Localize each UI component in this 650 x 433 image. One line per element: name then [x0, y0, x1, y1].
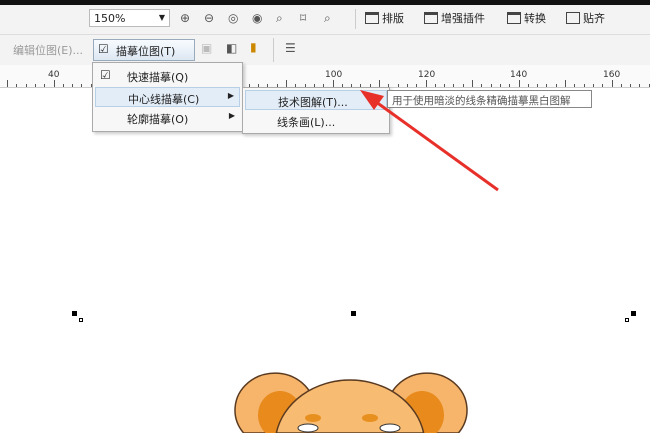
- ruler-tick: [592, 84, 594, 87]
- standard-toolbar: 150% ▼ ⊕ ⊖ ◎ ◉ ⌕ ⌑ ⌕ 排版 增强插件 转换 贴齐: [0, 5, 650, 35]
- ruler-tick: [444, 84, 446, 87]
- ruler-tick: [630, 84, 632, 87]
- menu-item-centerline-trace[interactable]: 中心线描摹(C) ▶: [95, 87, 240, 107]
- bear-image: [234, 372, 468, 433]
- edit-bitmap-button[interactable]: 编辑位图(E)...: [13, 42, 83, 58]
- crop-bitmap-icon[interactable]: ◧: [226, 41, 237, 55]
- ruler-tick: [406, 84, 408, 87]
- ruler-tick: [425, 80, 427, 87]
- menu-item-outline-trace[interactable]: 轮廓描摹(O) ▶: [95, 108, 240, 128]
- menu-item-quick-trace[interactable]: ☑ 快速描摹(Q): [95, 66, 240, 86]
- bitmap-icon[interactable]: ▣: [201, 41, 212, 55]
- selection-handle[interactable]: [631, 311, 636, 316]
- ruler-tick: [462, 84, 464, 87]
- plugin-button[interactable]: 增强插件: [424, 10, 485, 26]
- quick-trace-icon: ☑: [100, 68, 111, 82]
- arrange-button[interactable]: 排版: [365, 10, 404, 26]
- ruler-tick: [499, 84, 501, 87]
- selection-handle[interactable]: [351, 311, 356, 316]
- trace-menu: ☑ 快速描摹(Q) 中心线描摹(C) ▶ 轮廓描摹(O) ▶: [92, 62, 243, 132]
- selection-handle[interactable]: [72, 311, 77, 316]
- ruler-tick: [490, 84, 492, 87]
- resample-icon[interactable]: ▮: [250, 40, 257, 54]
- ruler-tick: [44, 84, 46, 87]
- ruler-tick: [611, 80, 613, 87]
- ruler-tick: [332, 80, 334, 87]
- bitmap-toolbar: 编辑位图(E)... ☑ 描摹位图(T) ▣ ◧ ▮ ☰: [0, 35, 650, 65]
- zoom-height-icon[interactable]: ⌕: [324, 11, 331, 26]
- trace-bitmap-button[interactable]: ☑ 描摹位图(T): [93, 39, 195, 61]
- zoom-in-icon[interactable]: ⊕: [180, 11, 190, 25]
- ruler-tick: [53, 80, 55, 87]
- ruler-tick: [62, 84, 64, 87]
- ruler-tick: [546, 84, 548, 87]
- ruler-tick: [518, 80, 520, 87]
- zoom-page-icon[interactable]: ⌕: [276, 11, 283, 26]
- rotation-handle[interactable]: [625, 318, 629, 322]
- ruler-tick: [620, 84, 622, 87]
- ruler-tick: [453, 84, 455, 87]
- ruler-tick: [472, 80, 473, 87]
- zoom-selected-icon[interactable]: ◎: [228, 11, 238, 25]
- zoom-out-icon[interactable]: ⊖: [204, 11, 214, 25]
- submenu-arrow-icon: ▶: [227, 91, 234, 100]
- divider: [355, 9, 356, 29]
- ruler-tick: [583, 84, 585, 87]
- zoom-width-icon[interactable]: ⌑: [300, 11, 306, 25]
- ruler-tick: [639, 84, 641, 87]
- ruler-tick: [81, 84, 83, 87]
- ruler-tick: [416, 84, 418, 87]
- trace-icon: ☑: [98, 42, 109, 56]
- convert-button[interactable]: 转换: [507, 10, 546, 26]
- ruler-tick: [379, 80, 380, 87]
- plugin-icon: [424, 12, 438, 24]
- submenu-arrow-icon: ▶: [228, 111, 235, 120]
- ruler-tick: [72, 84, 74, 87]
- zoom-all-icon[interactable]: ◉: [252, 11, 262, 25]
- rotation-handle[interactable]: [79, 318, 83, 322]
- ruler-tick: [509, 84, 511, 87]
- snap-button[interactable]: 贴齐: [566, 10, 605, 26]
- centerline-submenu: 技术图解(T)... 线条画(L)...: [242, 87, 390, 134]
- ruler-tick: [434, 84, 436, 87]
- ruler-tick: [286, 80, 287, 87]
- ruler-tick: [602, 84, 604, 87]
- ruler-tick: [537, 84, 539, 87]
- layout-icon: [365, 12, 379, 24]
- tooltip: 用于使用暗淡的线条精确描摹黑白图解: [387, 90, 592, 108]
- chevron-down-icon: ▼: [158, 13, 165, 22]
- align-icon[interactable]: ☰: [285, 41, 296, 55]
- ruler-tick: [16, 84, 18, 87]
- ruler-tick: [527, 84, 529, 87]
- ruler-tick: [481, 84, 483, 87]
- ruler-tick: [397, 84, 399, 87]
- ruler-tick: [574, 84, 576, 87]
- divider: [273, 38, 274, 62]
- ruler-tick: [565, 80, 566, 87]
- ruler-tick: [34, 84, 36, 87]
- zoom-level-select[interactable]: 150% ▼: [89, 9, 170, 27]
- ruler-tick: [7, 80, 8, 87]
- ruler-tick: [25, 84, 27, 87]
- convert-icon: [507, 12, 521, 24]
- menu-item-technical-illustration[interactable]: 技术图解(T)...: [245, 90, 387, 110]
- ruler-tick: [555, 84, 557, 87]
- menu-item-line-drawing[interactable]: 线条画(L)...: [245, 111, 387, 131]
- snap-icon: [566, 12, 580, 24]
